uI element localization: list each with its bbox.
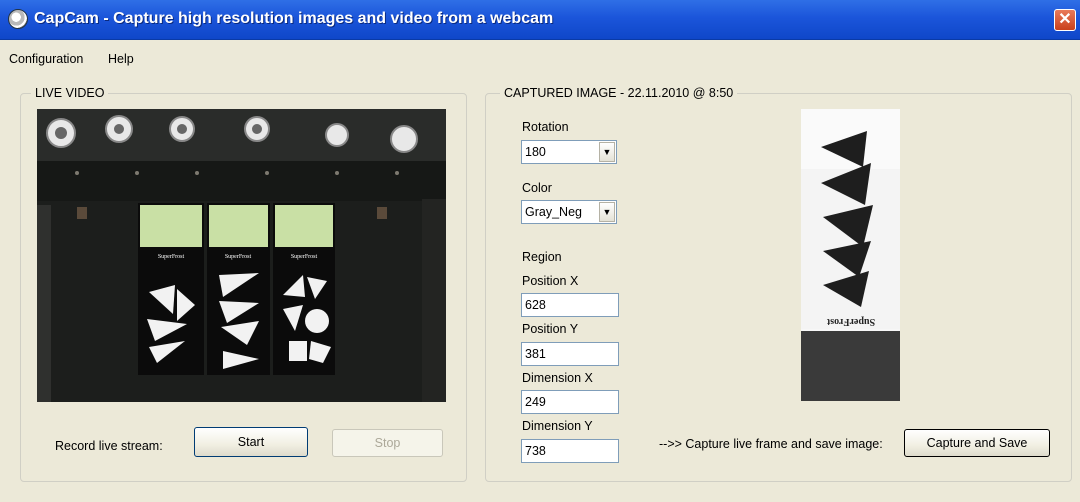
rotation-label: Rotation <box>522 120 569 134</box>
color-label: Color <box>522 181 552 195</box>
title-bar: CapCam - Capture high resolution images … <box>0 0 1080 40</box>
slide-label: SuperFrost <box>225 254 252 260</box>
region-label: Region <box>522 250 562 264</box>
color-select[interactable]: Gray_Neg ▼ <box>521 200 617 224</box>
dimension-x-field[interactable]: 249 <box>521 390 619 414</box>
webcam-icon[interactable] <box>8 9 28 29</box>
position-x-label: Position X <box>522 274 579 288</box>
menu-configuration[interactable]: Configuration <box>9 52 83 66</box>
slide-label: SuperFrost <box>291 254 318 260</box>
menu-bar: Configuration Help <box>0 40 1080 80</box>
position-y-label: Position Y <box>522 322 579 336</box>
live-video-label: LIVE VIDEO <box>31 86 109 100</box>
capture-hint: -->> Capture live frame and save image: <box>659 437 883 451</box>
close-button[interactable]: ✕ <box>1054 9 1076 31</box>
rotation-value: 180 <box>525 145 546 159</box>
dimension-x-label: Dimension X <box>522 371 593 385</box>
start-button[interactable]: Start <box>194 427 308 457</box>
dimension-y-field[interactable]: 738 <box>521 439 619 463</box>
captured-image-label: CAPTURED IMAGE - 22.11.2010 @ 8:50 <box>500 86 738 100</box>
record-stream-label: Record live stream: <box>55 439 163 453</box>
position-x-field[interactable]: 628 <box>521 293 619 317</box>
stop-button[interactable]: Stop <box>332 429 443 457</box>
slide-label: SuperFrost <box>158 254 185 260</box>
captured-image-preview: SuperFrost <box>801 109 900 401</box>
dimension-y-label: Dimension Y <box>522 419 593 433</box>
capture-and-save-button[interactable]: Capture and Save <box>904 429 1050 457</box>
window-title: CapCam - Capture high resolution images … <box>34 10 554 27</box>
rotation-select[interactable]: 180 ▼ <box>521 140 617 164</box>
color-value: Gray_Neg <box>525 205 582 219</box>
chevron-down-icon[interactable]: ▼ <box>599 202 615 222</box>
position-y-field[interactable]: 381 <box>521 342 619 366</box>
captured-slide-label: SuperFrost <box>826 316 875 327</box>
chevron-down-icon[interactable]: ▼ <box>599 142 615 162</box>
menu-help[interactable]: Help <box>108 52 134 66</box>
live-video-feed: SuperFrost SuperFrost SuperFrost <box>37 109 446 402</box>
close-icon: ✕ <box>1058 11 1072 28</box>
